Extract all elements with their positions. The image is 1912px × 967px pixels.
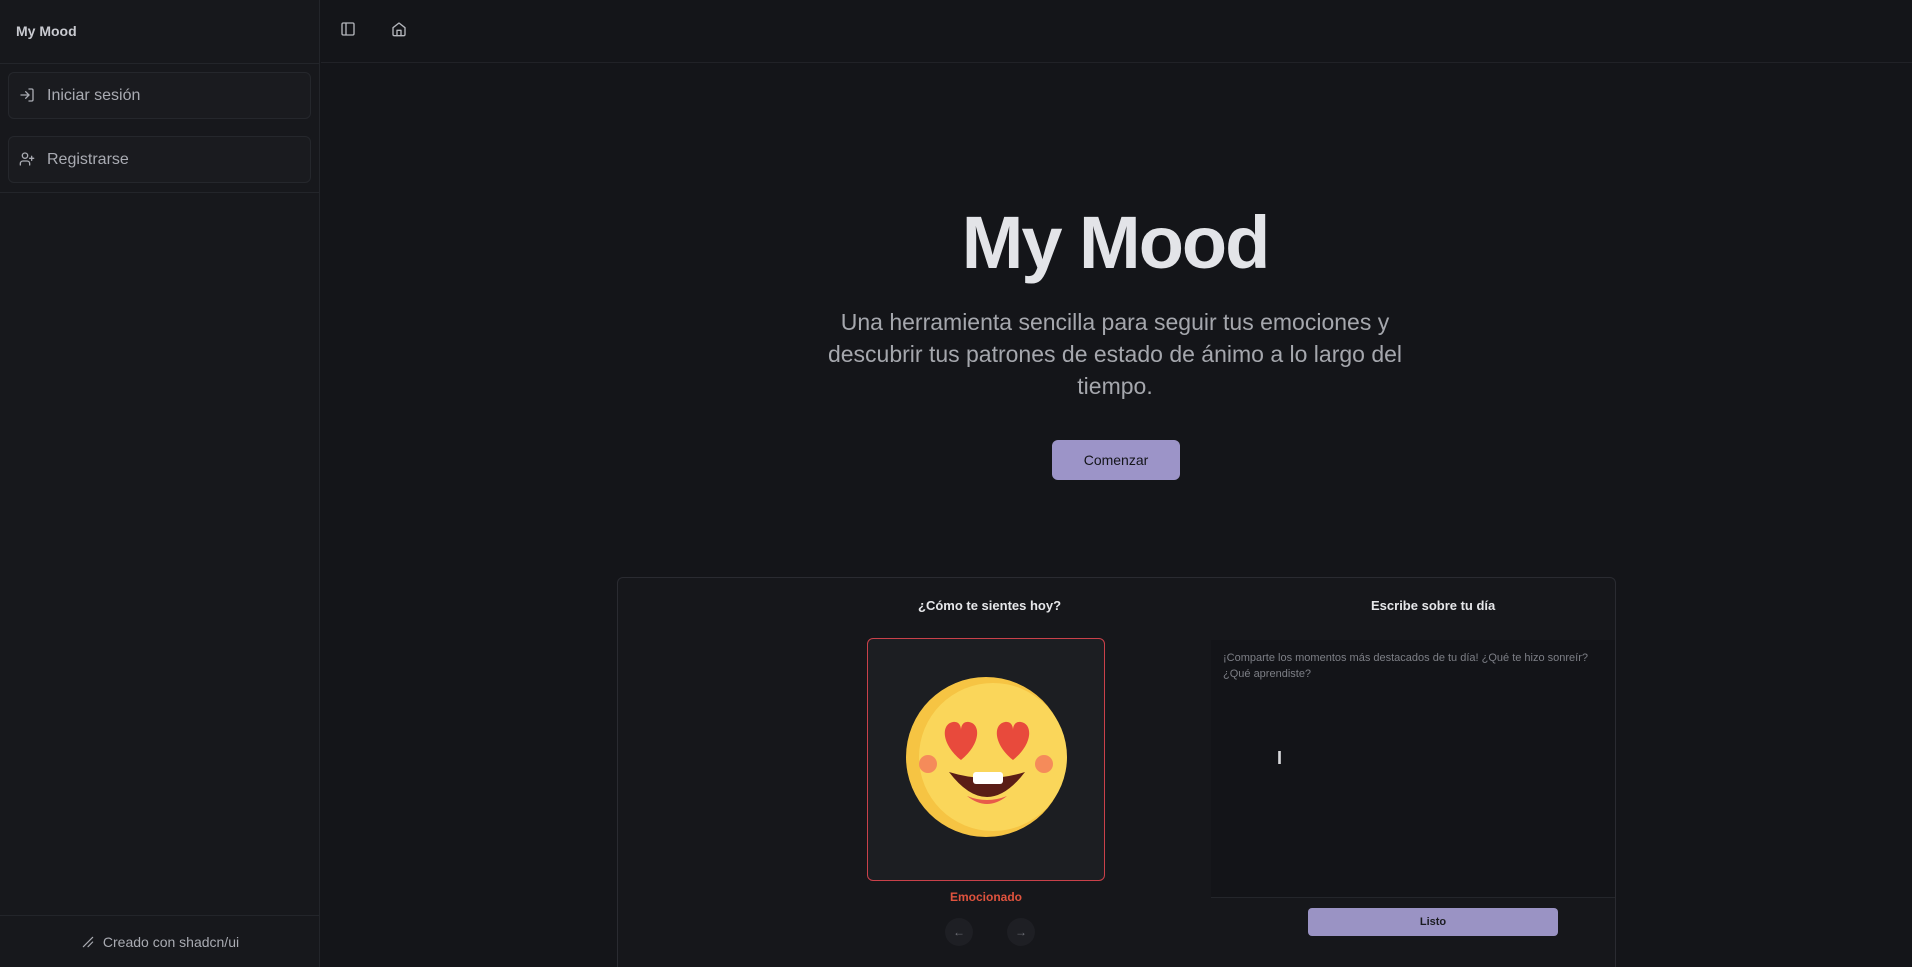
heart-eyes-emoji-icon bbox=[901, 672, 1071, 847]
sidebar: My Mood Iniciar sesión Registrarse Cread… bbox=[0, 0, 320, 967]
get-started-button[interactable]: Comenzar bbox=[1052, 440, 1180, 480]
sidebar-divider bbox=[0, 63, 320, 64]
journal-title: Escribe sobre tu día bbox=[1371, 598, 1496, 613]
journal-textarea[interactable]: ¡Comparte los momentos más destacados de… bbox=[1211, 640, 1615, 898]
done-button[interactable]: Listo bbox=[1308, 908, 1558, 936]
footer-label: Creado con shadcn/ui bbox=[102, 933, 240, 950]
text-cursor-icon: I bbox=[1277, 748, 1283, 768]
login-icon bbox=[19, 87, 37, 105]
home-button[interactable] bbox=[388, 20, 410, 42]
sidebar-footer: Creado con shadcn/ui bbox=[0, 915, 320, 967]
user-plus-icon bbox=[19, 151, 37, 169]
mood-question-title: ¿Cómo te sientes hoy? bbox=[918, 598, 1062, 613]
sidebar-item-label: Registrarse bbox=[47, 150, 129, 168]
sidebar-toggle-icon bbox=[340, 21, 356, 42]
sidebar-item-login[interactable]: Iniciar sesión bbox=[8, 72, 311, 119]
hero-title: My Mood bbox=[961, 201, 1271, 284]
sidebar-brand: My Mood bbox=[16, 23, 77, 39]
mood-selector[interactable] bbox=[867, 638, 1105, 881]
sidebar-item-register[interactable]: Registrarse bbox=[8, 136, 311, 183]
topbar bbox=[321, 0, 1912, 63]
mood-label: Emocionado bbox=[949, 890, 1022, 904]
sidebar-item-label: Iniciar sesión bbox=[47, 86, 141, 104]
home-icon bbox=[391, 21, 407, 42]
sidebar-divider bbox=[0, 192, 320, 193]
previous-mood-button[interactable]: ← bbox=[945, 918, 973, 946]
shadcn-icon bbox=[81, 935, 95, 949]
next-mood-button[interactable]: → bbox=[1007, 918, 1035, 946]
hero-subtitle: Una herramienta sencilla para seguir tus… bbox=[827, 309, 1403, 399]
sidebar-toggle-button[interactable] bbox=[337, 20, 359, 42]
app-root: My Mood Iniciar sesión Registrarse Cread… bbox=[0, 0, 1912, 967]
preview-card: ¿Cómo te sientes hoy? Escribe sobre tu d… bbox=[617, 577, 1616, 967]
